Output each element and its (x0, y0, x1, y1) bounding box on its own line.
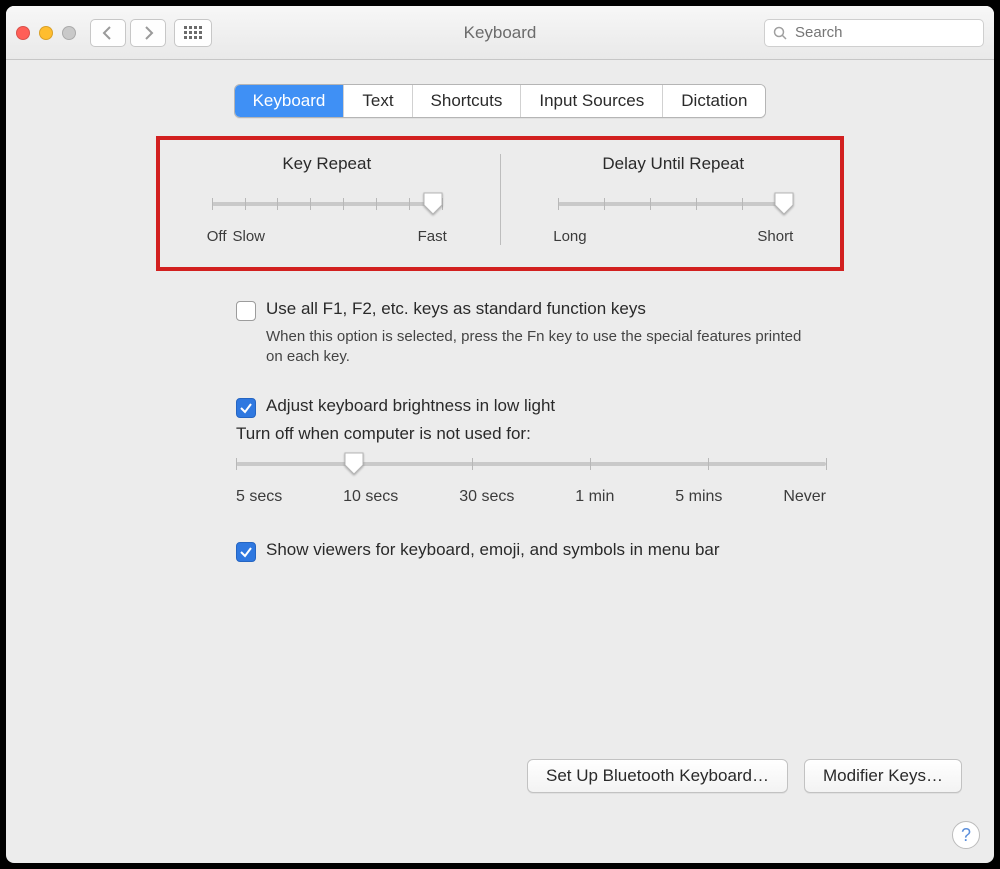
preferences-window: Keyboard Keyboard Text Shortcuts Input S… (6, 6, 994, 863)
delay-short-label: Short (757, 228, 793, 245)
tabs: Keyboard Text Shortcuts Input Sources Di… (6, 84, 994, 118)
minimize-window[interactable] (39, 26, 53, 40)
fnkeys-checkbox[interactable] (236, 301, 256, 321)
settings-block: Use all F1, F2, etc. keys as standard fu… (236, 299, 804, 562)
backlight-slider-container: 5 secs 10 secs 30 secs 1 min 5 mins Neve… (236, 454, 826, 506)
search-field[interactable] (764, 19, 984, 47)
tab-dictation[interactable]: Dictation (663, 85, 765, 117)
back-button[interactable] (90, 19, 126, 47)
highlight-box: Key Repeat Off Slow Fast Delay (156, 136, 844, 271)
titlebar: Keyboard (6, 6, 994, 60)
backlight-label-0: 5 secs (236, 488, 282, 506)
nav-buttons (90, 19, 166, 47)
zoom-window[interactable] (62, 26, 76, 40)
backlight-slider[interactable] (236, 454, 826, 482)
key-repeat-off-label: Off (207, 228, 227, 245)
buttons-row: Set Up Bluetooth Keyboard… Modifier Keys… (527, 759, 962, 793)
tab-input-sources[interactable]: Input Sources (521, 85, 663, 117)
forward-button[interactable] (130, 19, 166, 47)
key-repeat-section: Key Repeat Off Slow Fast (184, 154, 501, 245)
backlight-prompt: Turn off when computer is not used for: (236, 424, 804, 444)
checkmark-icon (239, 545, 253, 559)
delay-repeat-section: Delay Until Repeat Long Short (501, 154, 817, 245)
chevron-left-icon (102, 26, 114, 40)
bluetooth-keyboard-button[interactable]: Set Up Bluetooth Keyboard… (527, 759, 788, 793)
backlight-label-4: 5 mins (675, 488, 722, 506)
delay-long-label: Long (553, 228, 586, 245)
brightness-checkbox[interactable] (236, 398, 256, 418)
backlight-label-1: 10 secs (343, 488, 398, 506)
modifier-keys-button[interactable]: Modifier Keys… (804, 759, 962, 793)
delay-repeat-title: Delay Until Repeat (602, 154, 744, 174)
search-input[interactable] (793, 23, 975, 42)
fnkeys-label: Use all F1, F2, etc. keys as standard fu… (266, 299, 646, 319)
showviewers-label: Show viewers for keyboard, emoji, and sy… (266, 540, 720, 560)
key-repeat-slider[interactable] (212, 194, 442, 224)
checkmark-icon (239, 401, 253, 415)
fnkeys-help: When this option is selected, press the … (266, 327, 804, 368)
key-repeat-slow-label: Slow (232, 228, 265, 245)
backlight-label-5: Never (783, 488, 826, 506)
search-icon (773, 26, 787, 40)
brightness-label: Adjust keyboard brightness in low light (266, 396, 555, 416)
tab-text[interactable]: Text (344, 85, 412, 117)
key-repeat-title: Key Repeat (282, 154, 371, 174)
tab-shortcuts[interactable]: Shortcuts (413, 85, 522, 117)
backlight-label-2: 30 secs (459, 488, 514, 506)
traffic-lights (16, 26, 76, 40)
backlight-label-3: 1 min (575, 488, 614, 506)
close-window[interactable] (16, 26, 30, 40)
key-repeat-fast-label: Fast (418, 228, 447, 245)
show-all-button[interactable] (174, 19, 212, 47)
content-pane: Keyboard Text Shortcuts Input Sources Di… (6, 60, 994, 863)
chevron-right-icon (142, 26, 154, 40)
showviewers-checkbox[interactable] (236, 542, 256, 562)
tab-keyboard[interactable]: Keyboard (235, 85, 345, 117)
grid-icon (184, 26, 202, 40)
delay-repeat-slider[interactable] (558, 194, 788, 224)
help-button[interactable]: ? (952, 821, 980, 849)
